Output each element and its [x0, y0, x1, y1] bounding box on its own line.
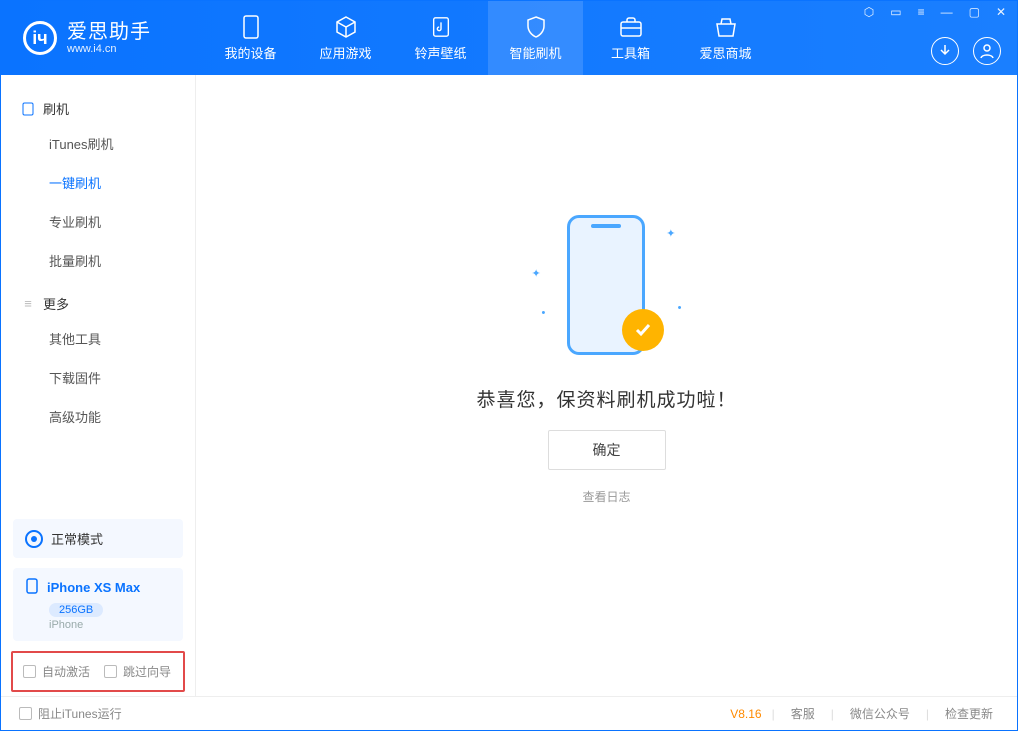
close-btn[interactable]: ✕	[993, 3, 1009, 21]
cube-icon	[334, 15, 358, 39]
sidebar-item-advanced[interactable]: 高级功能	[1, 397, 195, 436]
device-storage: 256GB	[49, 603, 103, 617]
sidebar-head-flash: 刷机	[1, 93, 195, 124]
maximize-btn[interactable]: ▢	[966, 3, 983, 21]
sidebar-head-label: 更多	[43, 294, 69, 313]
success-illustration: ✦ • ✦ •	[532, 207, 682, 367]
separator: |	[772, 707, 775, 721]
nav-my-device[interactable]: 我的设备	[203, 1, 298, 75]
link-wechat[interactable]: 微信公众号	[844, 705, 916, 722]
nav-apps-games[interactable]: 应用游戏	[298, 1, 393, 75]
app-url: www.i4.cn	[67, 43, 151, 55]
note-icon[interactable]: ▭	[887, 3, 904, 21]
nav-ringtone[interactable]: 铃声壁纸	[393, 1, 488, 75]
checkbox-block-itunes[interactable]: 阻止iTunes运行	[19, 705, 122, 722]
window-controls: ⬡ ▭ ≡ — ▢ ✕	[861, 3, 1009, 21]
phone-icon	[25, 578, 39, 597]
logo: iч 爱思助手 www.i4.cn	[23, 21, 193, 55]
nav-label: 我的设备	[224, 43, 276, 62]
sparkle-icon: •	[542, 307, 546, 319]
sidebar: 刷机 iTunes刷机 一键刷机 专业刷机 批量刷机 ≡ 更多 其他工具 下载固…	[1, 75, 196, 696]
view-log-link[interactable]: 查看日志	[582, 488, 630, 505]
nav-label: 爱思商城	[699, 43, 751, 62]
header: ⬡ ▭ ≡ — ▢ ✕ iч 爱思助手 www.i4.cn 我的设备 应用游戏	[1, 1, 1017, 75]
device-card[interactable]: iPhone XS Max 256GB iPhone	[13, 568, 183, 641]
sidebar-head-more: ≡ 更多	[1, 288, 195, 319]
logo-icon: iч	[23, 21, 57, 55]
checkbox-icon	[19, 707, 32, 720]
main-content: ✦ • ✦ • 恭喜您，保资料刷机成功啦！ 确定 查看日志	[196, 75, 1017, 696]
sidebar-item-download-fw[interactable]: 下载固件	[1, 358, 195, 397]
sparkle-icon: ✦	[532, 267, 541, 280]
sidebar-item-pro-flash[interactable]: 专业刷机	[1, 202, 195, 241]
top-nav: 我的设备 应用游戏 铃声壁纸 智能刷机 工具箱 爱思商城	[203, 1, 773, 75]
mode-card[interactable]: 正常模式	[13, 519, 183, 558]
nav-smart-flash[interactable]: 智能刷机	[488, 1, 583, 75]
body: 刷机 iTunes刷机 一键刷机 专业刷机 批量刷机 ≡ 更多 其他工具 下载固…	[1, 75, 1017, 696]
nav-store[interactable]: 爱思商城	[678, 1, 773, 75]
user-button[interactable]	[973, 37, 1001, 65]
checkbox-label: 阻止iTunes运行	[38, 705, 122, 722]
app-window: ⬡ ▭ ≡ — ▢ ✕ iч 爱思助手 www.i4.cn 我的设备 应用游戏	[0, 0, 1018, 731]
menu-icon[interactable]: ≡	[915, 3, 928, 21]
ok-button[interactable]: 确定	[548, 430, 666, 470]
highlighted-checkbox-row: 自动激活 跳过向导	[11, 651, 185, 692]
link-check-update[interactable]: 检查更新	[939, 705, 999, 722]
sidebar-section-flash: 刷机 iTunes刷机 一键刷机 专业刷机 批量刷机	[1, 93, 195, 280]
sidebar-item-batch-flash[interactable]: 批量刷机	[1, 241, 195, 280]
mode-dot-icon	[25, 530, 43, 548]
sparkle-icon: •	[678, 302, 682, 314]
checkbox-auto-activate[interactable]: 自动激活	[23, 663, 90, 680]
device-type: iPhone	[49, 619, 171, 631]
sidebar-head-label: 刷机	[43, 99, 69, 118]
shield-icon	[524, 15, 548, 39]
nav-toolbox[interactable]: 工具箱	[583, 1, 678, 75]
app-name: 爱思助手	[67, 21, 151, 43]
store-icon	[714, 15, 738, 39]
phone-icon	[21, 102, 35, 116]
success-message: 恭喜您，保资料刷机成功啦！	[476, 385, 736, 412]
sidebar-item-itunes-flash[interactable]: iTunes刷机	[1, 124, 195, 163]
nav-label: 智能刷机	[509, 43, 561, 62]
link-customer-service[interactable]: 客服	[785, 705, 821, 722]
nav-label: 应用游戏	[319, 43, 371, 62]
list-icon: ≡	[21, 297, 35, 311]
toolbox-icon	[619, 15, 643, 39]
sidebar-section-more: ≡ 更多 其他工具 下载固件 高级功能	[1, 288, 195, 436]
checkbox-skip-guide[interactable]: 跳过向导	[104, 663, 171, 680]
checkbox-label: 跳过向导	[123, 663, 171, 680]
checkbox-label: 自动激活	[42, 663, 90, 680]
music-icon	[429, 15, 453, 39]
header-right	[931, 37, 1001, 65]
version-label: V8.16	[730, 707, 761, 721]
footer: 阻止iTunes运行 V8.16 | 客服 | 微信公众号 | 检查更新	[1, 696, 1017, 730]
shirt-icon[interactable]: ⬡	[861, 3, 877, 21]
check-badge-icon	[622, 309, 664, 351]
checkbox-icon	[23, 665, 36, 678]
nav-label: 铃声壁纸	[414, 43, 466, 62]
separator: |	[831, 707, 834, 721]
device-icon	[239, 15, 263, 39]
device-name: iPhone XS Max	[47, 580, 140, 595]
sidebar-item-oneclick-flash[interactable]: 一键刷机	[1, 163, 195, 202]
mode-label: 正常模式	[51, 529, 103, 548]
sidebar-bottom: 正常模式 iPhone XS Max 256GB iPhone 自动激活 跳过向…	[1, 519, 195, 696]
sidebar-item-other-tools[interactable]: 其他工具	[1, 319, 195, 358]
download-button[interactable]	[931, 37, 959, 65]
checkbox-icon	[104, 665, 117, 678]
sparkle-icon: ✦	[666, 227, 675, 240]
separator: |	[926, 707, 929, 721]
nav-label: 工具箱	[611, 43, 650, 62]
minimize-btn[interactable]: —	[938, 3, 956, 21]
